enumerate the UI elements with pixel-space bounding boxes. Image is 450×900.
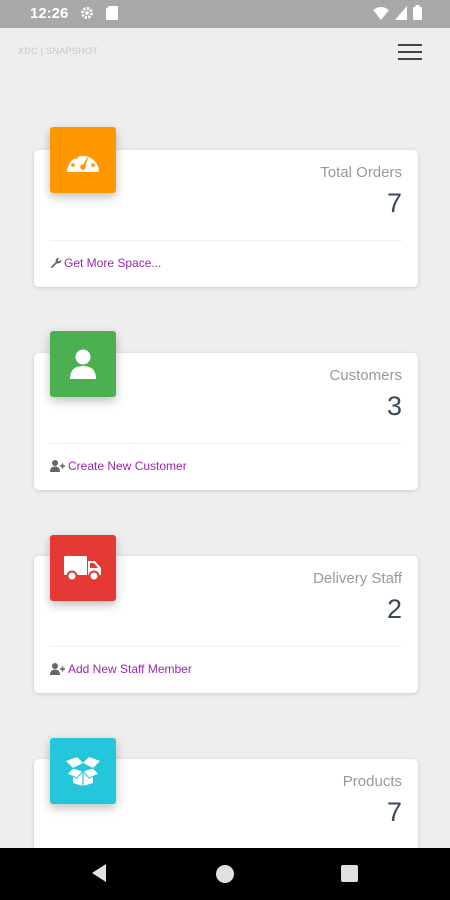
card-footer-label: Get More Space...	[64, 256, 162, 270]
wrench-icon	[50, 257, 62, 269]
card-value: 3	[386, 391, 402, 421]
card-value: 7	[386, 188, 402, 218]
card-label: Delivery Staff	[313, 570, 402, 587]
gear-icon	[81, 7, 93, 19]
status-time: 12:26	[30, 5, 69, 22]
app-title: XDC | SNAPSHOT	[18, 46, 99, 56]
card-label: Total Orders	[320, 164, 402, 181]
recent-apps-icon[interactable]	[341, 865, 358, 882]
person-icon	[50, 331, 116, 397]
truck-icon	[50, 535, 116, 601]
system-nav-bar	[0, 848, 450, 900]
battery-icon	[413, 5, 422, 20]
status-bar: 12:26	[0, 0, 450, 28]
card-footer-label: Add New Staff Member	[68, 662, 192, 676]
card-divider	[50, 240, 402, 241]
card-divider	[50, 443, 402, 444]
add-user-icon	[50, 663, 65, 675]
app-header: XDC | SNAPSHOT	[0, 28, 450, 80]
get-more-space-link[interactable]: Get More Space...	[50, 256, 161, 270]
card-value: 7	[386, 797, 402, 827]
home-icon[interactable]	[216, 865, 234, 883]
open-box-icon	[50, 738, 116, 804]
add-new-staff-member-link[interactable]: Add New Staff Member	[50, 662, 192, 676]
card-label: Customers	[329, 367, 402, 384]
card-label: Products	[342, 773, 402, 790]
card-footer-label: Create New Customer	[68, 459, 187, 473]
card-divider	[50, 646, 402, 647]
add-user-icon	[50, 460, 65, 472]
hamburger-menu-icon[interactable]	[398, 44, 422, 64]
card-value: 2	[386, 594, 402, 624]
back-icon[interactable]	[90, 863, 108, 883]
wifi-icon	[373, 6, 389, 20]
signal-icon	[395, 5, 407, 20]
create-new-customer-link[interactable]: Create New Customer	[50, 459, 187, 473]
speedometer-icon	[50, 127, 116, 193]
sd-card-icon	[106, 6, 118, 20]
status-icons	[373, 5, 422, 20]
